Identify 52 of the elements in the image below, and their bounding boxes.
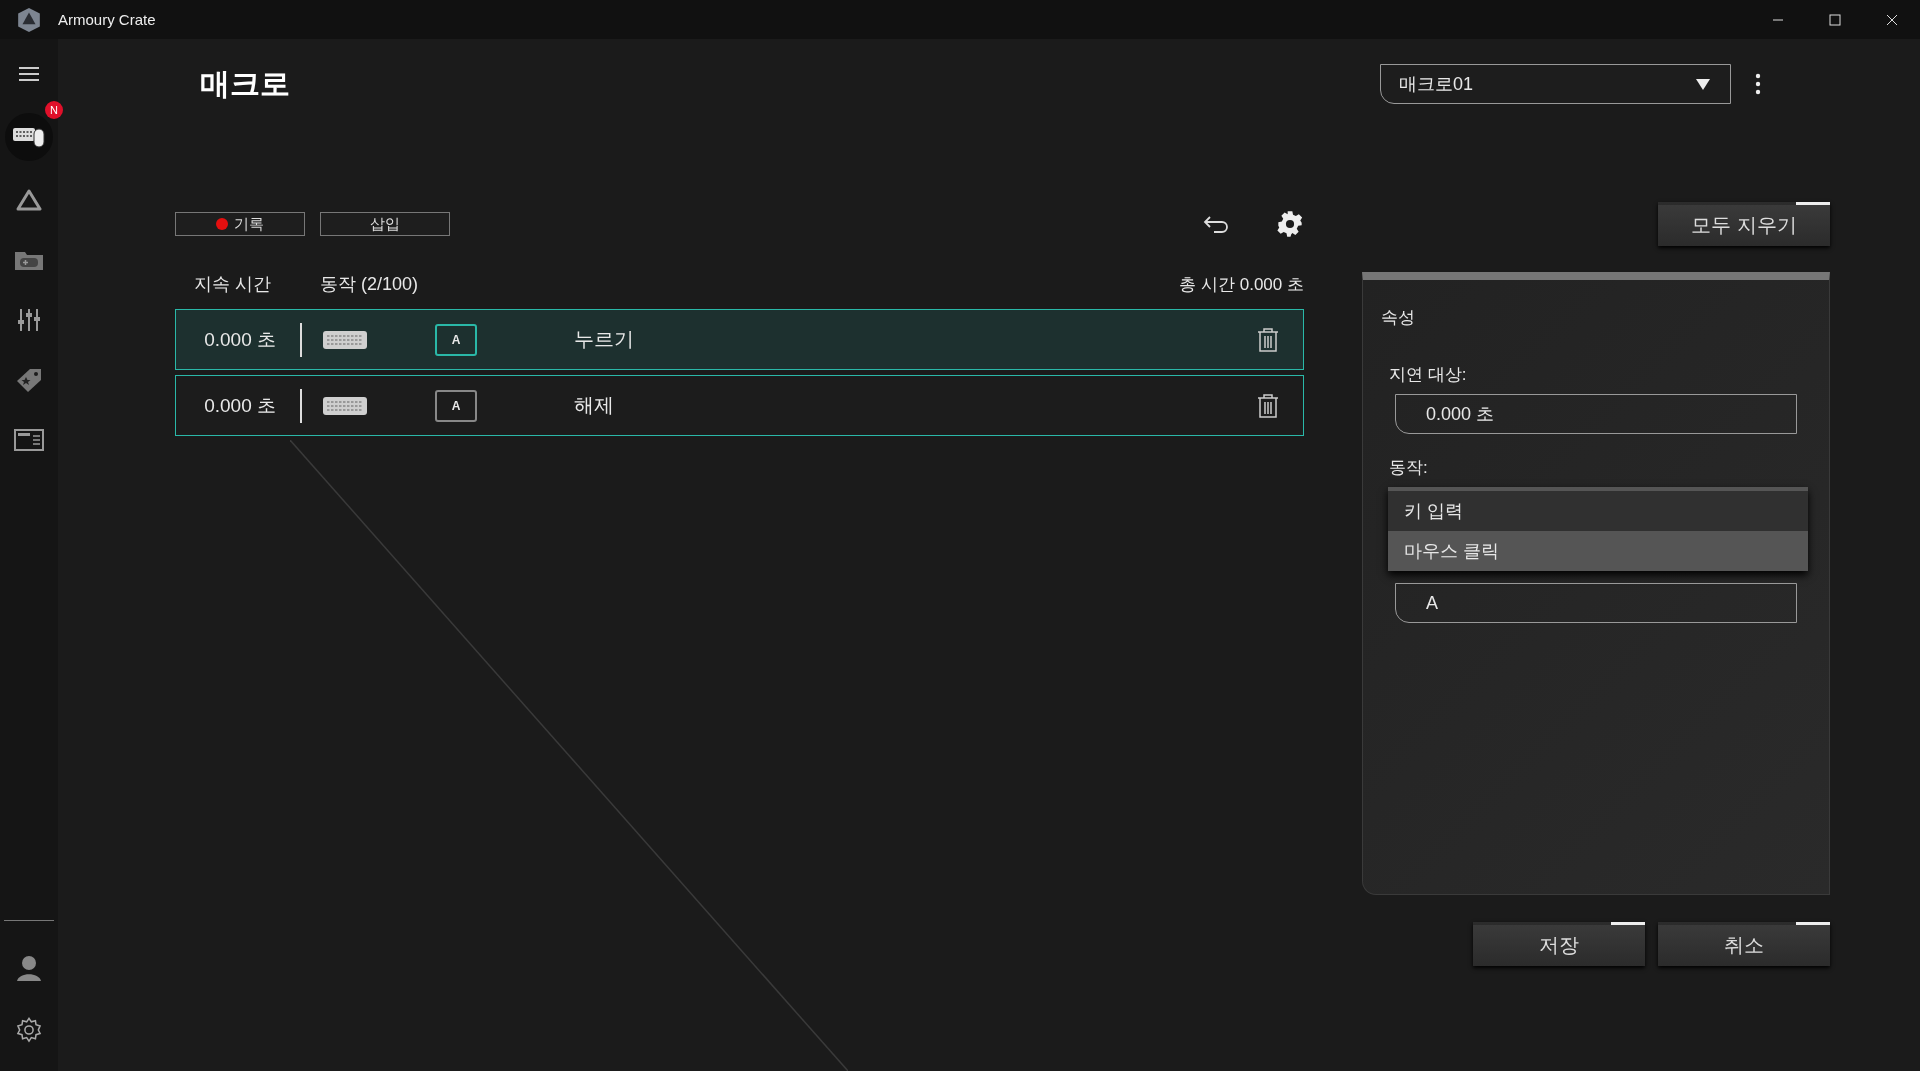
field-label: 지연 대상:	[1389, 364, 1468, 386]
user-icon	[16, 954, 42, 982]
dialog-button[interactable]: 취소	[1658, 922, 1830, 966]
notification-badge: N	[45, 101, 63, 119]
record-button[interactable]: 기록	[175, 212, 305, 236]
macro-row[interactable]: 0.000 초 A 누르기	[175, 309, 1304, 370]
dialog-button[interactable]: 저장	[1473, 922, 1645, 966]
dropdown-option[interactable]: 마우스 클릭	[1388, 531, 1808, 571]
field-label: 동작:	[1389, 457, 1429, 479]
settings-icon	[15, 1016, 43, 1044]
macro-row[interactable]: 0.000 초 A 해제	[175, 375, 1304, 436]
profile-dropdown[interactable]: 매크로01	[1380, 64, 1731, 104]
keyboard-icon	[322, 394, 368, 417]
trash-icon	[1257, 327, 1279, 352]
action-text: 누르기	[574, 327, 634, 352]
insert-button[interactable]: 삽입	[320, 212, 450, 236]
panel-title: 속성	[1381, 307, 1416, 329]
keyboard-icon	[322, 328, 368, 351]
duration-text: 0.000 초	[203, 327, 276, 352]
clear-all-button[interactable]: 모두 지우기	[1658, 202, 1830, 246]
tag-icon	[15, 367, 43, 393]
duration-text: 0.000 초	[203, 393, 276, 418]
news-icon	[14, 428, 44, 452]
total-time: 총 시간 0.000 초	[1179, 273, 1304, 296]
undo-icon	[1202, 214, 1230, 234]
close-icon	[1885, 13, 1898, 26]
sliders-icon	[16, 307, 42, 333]
gamepad-folder-icon	[14, 249, 44, 271]
trash-icon	[1257, 393, 1279, 418]
column-header: 지속 시간	[194, 273, 272, 296]
triangle-icon	[16, 189, 42, 211]
settings-button[interactable]	[1276, 210, 1304, 238]
key-cap: A	[435, 323, 477, 356]
sidebar-item[interactable]	[5, 113, 53, 161]
more-options-button[interactable]	[1755, 73, 1761, 95]
window-title: Armoury Crate	[58, 11, 156, 28]
key-input-field[interactable]: A	[1395, 583, 1797, 623]
menu-icon	[19, 66, 39, 82]
settings-icon	[1276, 210, 1304, 238]
delete-button[interactable]	[1257, 393, 1279, 418]
page-title: 매크로	[200, 65, 290, 102]
maximize-icon	[1828, 13, 1841, 26]
delete-button[interactable]	[1257, 327, 1279, 352]
column-header: 동작 (2/100)	[320, 273, 419, 296]
key-cap: A	[435, 389, 477, 422]
action-text: 해제	[574, 393, 614, 418]
dropdown-option[interactable]: 키 입력	[1388, 491, 1808, 531]
undo-button[interactable]	[1202, 214, 1230, 234]
delay-input-field[interactable]: 0.000 초	[1395, 394, 1797, 434]
dropdown-arrow-icon	[1696, 78, 1710, 90]
more-icon	[1755, 73, 1761, 95]
logo-icon	[16, 6, 42, 33]
